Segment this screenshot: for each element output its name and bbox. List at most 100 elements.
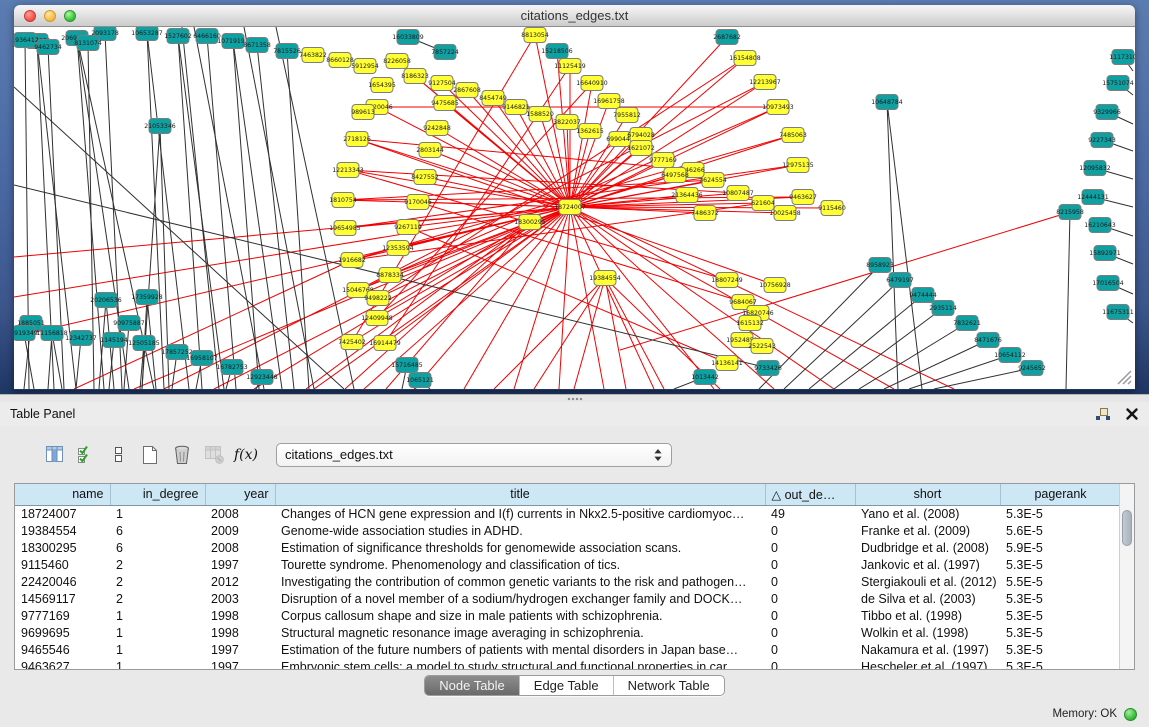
graph-node[interactable]: 9777169: [649, 153, 677, 168]
table-row[interactable]: 969969511998Structural magnetic resonanc…: [15, 624, 1121, 641]
graph-node[interactable]: 10756928: [759, 278, 791, 293]
column-header-year[interactable]: year: [205, 484, 275, 505]
graph-node[interactable]: 19654985: [329, 221, 361, 236]
graph-node[interactable]: 12213967: [749, 75, 781, 90]
tab-edge-table[interactable]: Edge Table: [520, 676, 614, 695]
table-row[interactable]: 946554611997Estimation of the future num…: [15, 641, 1121, 658]
graph-node[interactable]: 15751074: [1102, 76, 1134, 91]
table-row[interactable]: 911546021997Tourette syndrome. Phenomeno…: [15, 556, 1121, 573]
graph-node[interactable]: 19384554: [589, 271, 621, 286]
graph-node[interactable]: 9115460: [818, 201, 846, 216]
column-header-out_de[interactable]: △ out_de…: [765, 484, 855, 505]
graph-node[interactable]: 12353594: [382, 241, 414, 256]
graph-node[interactable]: 1362615: [576, 124, 604, 139]
table-row[interactable]: 1872400712008Changes of HCN gene express…: [15, 505, 1121, 522]
graph-node[interactable]: 1065121: [406, 373, 434, 388]
graph-node[interactable]: 7463822: [299, 48, 327, 63]
graph-node[interactable]: 7485063: [779, 128, 807, 143]
graph-node[interactable]: 12444131: [1077, 190, 1109, 205]
graph-node[interactable]: 11125419: [554, 59, 586, 74]
graph-node[interactable]: 7832621: [953, 316, 981, 331]
graph-node[interactable]: 15716485: [391, 358, 423, 373]
column-header-short[interactable]: short: [855, 484, 1000, 505]
minimize-window-button[interactable]: [44, 10, 56, 22]
graph-node[interactable]: 18807249: [711, 273, 743, 288]
table-row[interactable]: 1938455462009Genome-wide association stu…: [15, 522, 1121, 539]
function-builder-button[interactable]: f(x): [230, 441, 262, 469]
graph-node[interactable]: 1654395: [368, 78, 396, 93]
graph-node[interactable]: 12923448: [246, 370, 278, 385]
graph-node[interactable]: 18300295: [514, 215, 546, 230]
graph-node[interactable]: 8660128: [326, 53, 354, 68]
graph-node[interactable]: 8671358: [243, 38, 271, 53]
table-select[interactable]: citations_edges.txt: [276, 443, 672, 467]
new-column-button[interactable]: [134, 441, 166, 469]
graph-node[interactable]: 14136141: [711, 356, 743, 371]
graph-node[interactable]: 8471676: [974, 333, 1002, 348]
graph-node[interactable]: 1013442: [691, 370, 719, 385]
graph-node[interactable]: 16914479: [369, 336, 401, 351]
graph-node[interactable]: 9462734: [34, 40, 62, 55]
graph-node[interactable]: 10807487: [722, 186, 754, 201]
graph-node[interactable]: 9267110: [394, 220, 422, 235]
graph-node[interactable]: 8131074: [74, 36, 102, 51]
graph-node[interactable]: 9463627: [789, 190, 817, 205]
graph-node[interactable]: 1810754: [329, 193, 357, 208]
graph-node[interactable]: 16958107: [186, 351, 218, 366]
graph-node[interactable]: 989613: [351, 105, 375, 120]
graph-node[interactable]: 16640910: [576, 76, 608, 91]
graph-node[interactable]: 9227343: [1088, 133, 1116, 148]
graph-node[interactable]: 2935114: [929, 301, 957, 316]
table-row[interactable]: 946362711997Embryonic stem cells: a mode…: [15, 658, 1121, 670]
graph-node[interactable]: 1588520: [526, 107, 554, 122]
column-header-in_degree[interactable]: in_degree: [110, 484, 205, 505]
graph-node[interactable]: 8186323: [401, 69, 429, 84]
graph-node[interactable]: 90975887: [113, 316, 145, 331]
column-header-pagerank[interactable]: pagerank: [1000, 484, 1121, 505]
close-panel-icon[interactable]: [1125, 407, 1139, 421]
graph-node[interactable]: 6479197: [886, 273, 914, 288]
graph-node[interactable]: 5912954: [351, 59, 379, 74]
graph-node[interactable]: 16033809: [392, 30, 424, 45]
graph-node[interactable]: 16154808: [729, 51, 761, 66]
graph-node[interactable]: 21053346: [144, 119, 176, 134]
graph-node[interactable]: 2522543: [748, 339, 776, 354]
graph-node[interactable]: 621604: [751, 196, 775, 211]
graph-node[interactable]: 8958923: [866, 258, 894, 273]
graph-node[interactable]: 12342737: [65, 331, 97, 346]
graph-node[interactable]: 1916682: [338, 253, 366, 268]
graph-node[interactable]: 10654112: [994, 348, 1026, 363]
delete-table-button[interactable]: [198, 441, 230, 469]
graph-node[interactable]: 2867608: [453, 83, 481, 98]
graph-node[interactable]: 12213343: [332, 163, 364, 178]
graph-node[interactable]: 17016504: [1092, 276, 1124, 291]
delete-column-button[interactable]: [166, 441, 198, 469]
show-columns-button[interactable]: [38, 441, 70, 469]
graph-node[interactable]: 9170046: [404, 195, 432, 210]
graph-node[interactable]: 1145194: [100, 333, 128, 348]
panel-splitter[interactable]: [0, 394, 1149, 402]
graph-node[interactable]: 6497568: [661, 168, 689, 183]
graph-node[interactable]: 20206536: [90, 293, 122, 308]
column-header-name[interactable]: name: [15, 484, 110, 505]
memory-indicator[interactable]: [1124, 708, 1137, 721]
graph-node[interactable]: 12409948: [361, 311, 393, 326]
graph-node[interactable]: 9329966: [1093, 105, 1121, 120]
resize-grip[interactable]: [1118, 371, 1131, 384]
graph-node[interactable]: 7425402: [338, 335, 366, 350]
graph-node[interactable]: 16782753: [216, 360, 248, 375]
graph-node[interactable]: 2718126: [343, 132, 371, 147]
close-window-button[interactable]: [24, 10, 36, 22]
graph-node[interactable]: 9242848: [423, 121, 451, 136]
graph-node[interactable]: 8454749: [479, 91, 507, 106]
graph-node[interactable]: 17359928: [131, 290, 163, 305]
table-mode-button[interactable]: [6, 441, 38, 469]
graph-node[interactable]: 10648784: [871, 95, 903, 110]
table-row[interactable]: 977716911998Corpus callosum shape and si…: [15, 607, 1121, 624]
graph-node[interactable]: 11675311: [1102, 305, 1134, 320]
float-panel-icon[interactable]: [1095, 407, 1111, 422]
row-height-button[interactable]: [102, 441, 134, 469]
graph-node[interactable]: 15892971: [1089, 246, 1121, 261]
graph-node[interactable]: 12095832: [1079, 161, 1111, 176]
graph-node[interactable]: 8215958: [1056, 205, 1084, 220]
